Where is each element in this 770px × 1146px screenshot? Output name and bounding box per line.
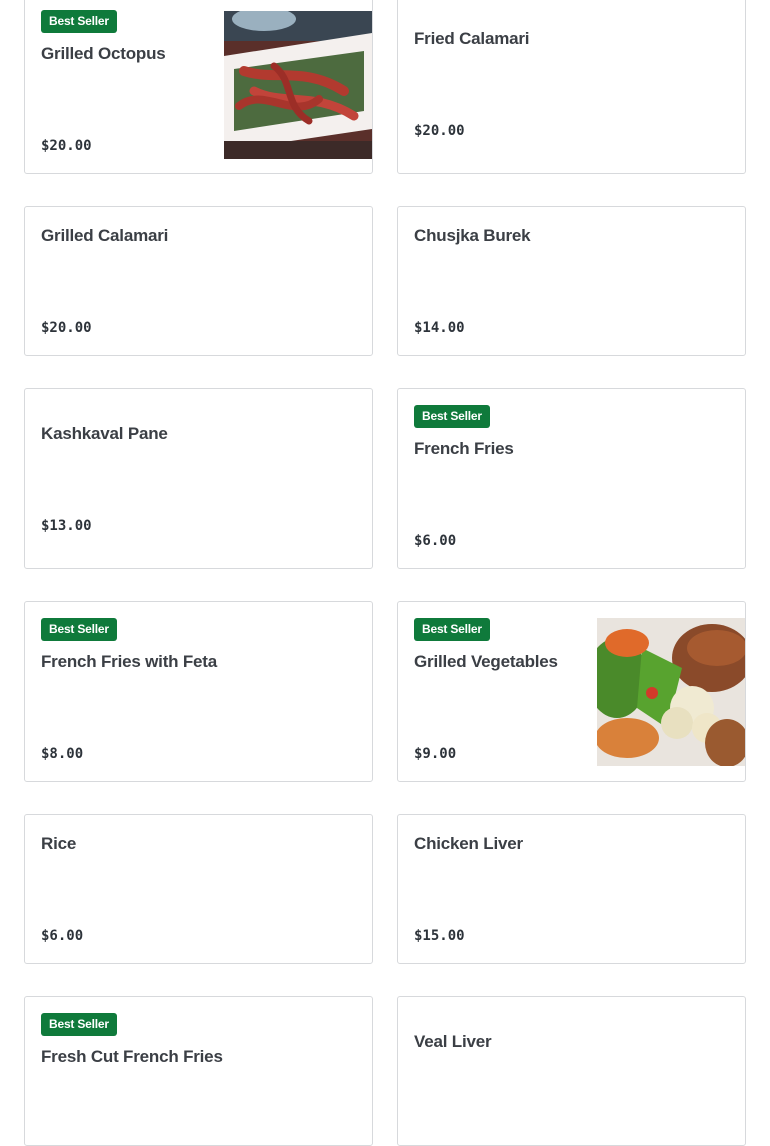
- menu-item-card[interactable]: Kashkaval Pane $13.00: [24, 388, 373, 569]
- item-price: $9.00: [414, 746, 457, 762]
- item-name: Fried Calamari: [414, 29, 530, 48]
- item-name: Rice: [41, 834, 77, 853]
- menu-item-card[interactable]: Grilled Calamari $20.00: [24, 206, 373, 356]
- item-price: $20.00: [41, 138, 92, 154]
- grilled-octopus-photo: [224, 11, 372, 159]
- menu-item-card[interactable]: Chicken Liver $15.00: [397, 814, 746, 964]
- menu-item-card[interactable]: Rice $6.00: [24, 814, 373, 964]
- item-name: French Fries: [414, 439, 514, 458]
- menu-item-card[interactable]: Chusjka Burek $14.00: [397, 206, 746, 356]
- item-name: Grilled Octopus: [41, 44, 166, 63]
- item-price: $20.00: [41, 320, 92, 336]
- menu-item-card[interactable]: Best Seller French Fries $6.00: [397, 388, 746, 569]
- item-price: $8.00: [41, 746, 84, 762]
- menu-item-card[interactable]: Best Seller Grilled Octopus $20.00: [24, 0, 373, 174]
- item-price: $15.00: [414, 928, 465, 944]
- item-price: $14.00: [414, 320, 465, 336]
- item-price: $20.00: [414, 123, 465, 139]
- item-name: Kashkaval Pane: [41, 424, 168, 443]
- best-seller-badge: Best Seller: [414, 405, 490, 428]
- item-price: $6.00: [414, 533, 457, 549]
- menu-item-card[interactable]: Best Seller French Fries with Feta $8.00: [24, 601, 373, 782]
- item-name: French Fries with Feta: [41, 652, 218, 671]
- item-price: $6.00: [41, 928, 84, 944]
- item-name: Chicken Liver: [414, 834, 523, 853]
- item-name: Grilled Calamari: [41, 226, 169, 245]
- best-seller-badge: Best Seller: [41, 1013, 117, 1036]
- item-price: $13.00: [41, 518, 92, 534]
- item-name: Chusjka Burek: [414, 226, 531, 245]
- grilled-vegetables-photo: [597, 618, 745, 766]
- best-seller-badge: Best Seller: [41, 618, 117, 641]
- item-name: Grilled Vegetables: [414, 652, 558, 671]
- best-seller-badge: Best Seller: [414, 618, 490, 641]
- menu-item-card[interactable]: Best Seller Grilled Vegetables $9.00: [397, 601, 746, 782]
- item-name: Veal Liver: [414, 1032, 492, 1051]
- best-seller-badge: Best Seller: [41, 10, 117, 33]
- menu-item-card[interactable]: Fried Calamari $20.00: [397, 0, 746, 174]
- item-name: Fresh Cut French Fries: [41, 1047, 223, 1066]
